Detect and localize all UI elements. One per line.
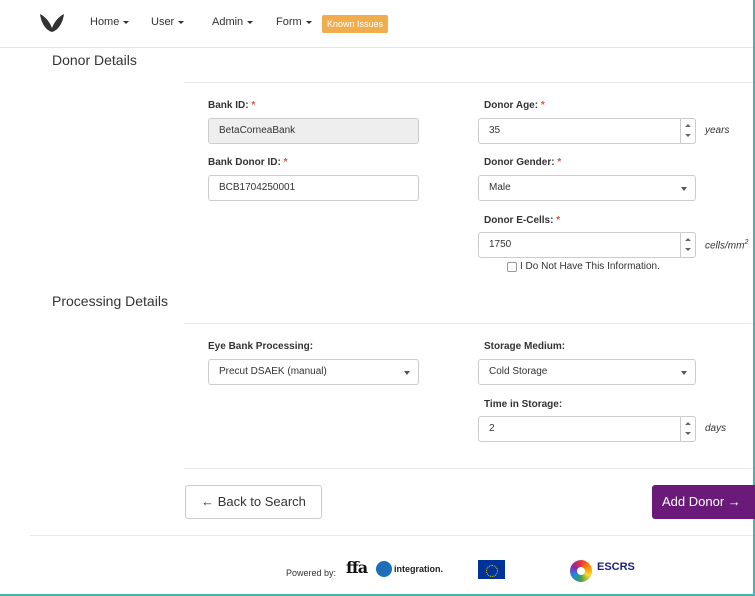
no-info-checkbox[interactable] <box>507 262 517 272</box>
escrs-logo-text: ESCRS <box>597 561 635 573</box>
back-to-search-button[interactable]: ← Back to Search <box>185 485 322 519</box>
integration-logo-text: integration. <box>394 564 443 574</box>
add-donor-button[interactable]: Add Donor → <box>652 485 755 519</box>
time-in-storage-spinner[interactable] <box>680 417 695 441</box>
donor-ecells-field[interactable]: 1750 <box>478 232 696 258</box>
brand-logo-icon[interactable] <box>38 12 66 34</box>
eye-bank-processing-label: Eye Bank Processing: <box>208 341 314 352</box>
time-in-storage-label: Time in Storage: <box>484 399 563 410</box>
chevron-down-icon <box>123 20 130 24</box>
spin-up-icon[interactable] <box>685 238 691 241</box>
donor-age-field[interactable]: 35 <box>478 118 696 144</box>
bank-id-label: Bank ID: * <box>208 100 256 111</box>
eye-bank-processing-select[interactable]: Precut DSAEK (manual) <box>208 359 419 385</box>
donor-age-unit: years <box>705 125 730 136</box>
chevron-down-icon <box>247 20 254 24</box>
spin-up-icon[interactable] <box>685 124 691 127</box>
donor-ecells-unit: cells/mm2 <box>705 239 749 252</box>
eye-bank-processing-value: Precut DSAEK (manual) <box>219 366 327 377</box>
donor-gender-label: Donor Gender: * <box>484 157 562 168</box>
storage-medium-value: Cold Storage <box>489 366 548 377</box>
spin-down-icon[interactable] <box>685 248 691 251</box>
eu-stars-icon <box>486 565 498 577</box>
chevron-down-icon <box>681 371 687 375</box>
no-info-label: I Do Not Have This Information. <box>520 261 660 272</box>
storage-medium-select[interactable]: Cold Storage <box>478 359 696 385</box>
integration-logo-icon <box>376 561 392 577</box>
donor-details-title: Donor Details <box>52 52 137 68</box>
bank-id-field[interactable]: BetaCorneaBank <box>208 118 419 144</box>
spin-down-icon[interactable] <box>685 432 691 435</box>
bank-donor-id-field[interactable]: BCB1704250001 <box>208 175 419 201</box>
chevron-down-icon <box>178 20 185 24</box>
powered-by-label: Powered by: <box>286 568 337 578</box>
divider <box>184 82 753 83</box>
chevron-down-icon <box>305 20 312 24</box>
spin-up-icon[interactable] <box>685 422 691 425</box>
escrs-logo-center <box>577 567 585 575</box>
processing-details-title: Processing Details <box>52 293 168 309</box>
ffa-logo: ffa <box>346 558 368 577</box>
chevron-down-icon <box>681 187 687 191</box>
time-in-storage-value: 2 <box>489 423 495 434</box>
donor-gender-value: Male <box>489 182 511 193</box>
chevron-down-icon <box>404 371 410 375</box>
divider <box>184 323 753 324</box>
donor-ecells-value: 1750 <box>489 239 512 250</box>
known-issues-button[interactable]: Known Issues <box>322 15 388 33</box>
time-in-storage-unit: days <box>705 423 727 434</box>
storage-medium-label: Storage Medium: <box>484 341 566 352</box>
nav-form[interactable]: Form <box>276 16 312 28</box>
nav-home[interactable]: Home <box>90 16 130 28</box>
nav-user[interactable]: User <box>151 16 185 28</box>
divider <box>184 468 753 469</box>
donor-age-value: 35 <box>489 125 501 136</box>
donor-ecells-spinner[interactable] <box>680 233 695 257</box>
top-navbar: Home User Admin Form Known Issues <box>0 0 753 48</box>
footer-divider <box>30 535 753 536</box>
donor-age-label: Donor Age: * <box>484 100 545 111</box>
donor-ecells-label: Donor E-Cells: * <box>484 215 561 226</box>
bank-donor-id-label: Bank Donor ID: * <box>208 157 288 168</box>
donor-gender-select[interactable]: Male <box>478 175 696 201</box>
donor-age-spinner[interactable] <box>680 119 695 143</box>
time-in-storage-field[interactable]: 2 <box>478 416 696 442</box>
nav-admin[interactable]: Admin <box>212 16 254 28</box>
spin-down-icon[interactable] <box>685 134 691 137</box>
